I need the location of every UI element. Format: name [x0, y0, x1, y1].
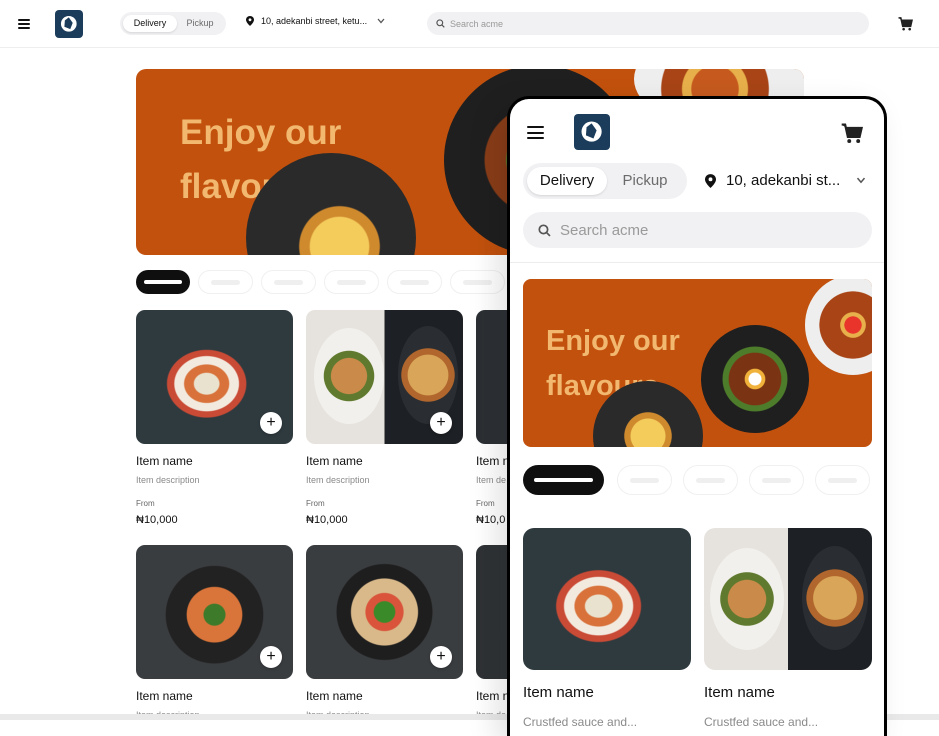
logo-icon[interactable] [55, 10, 83, 38]
noodle-plates-image [704, 528, 872, 670]
address-selector[interactable]: 10, adekanbi street, ketu... [246, 16, 385, 26]
product-card[interactable]: + Item name Item description [136, 545, 293, 720]
category-chip[interactable] [617, 465, 672, 495]
delivery-option[interactable]: Delivery [123, 15, 177, 32]
delivery-option[interactable]: Delivery [527, 167, 607, 195]
product-description: Item description [136, 475, 200, 485]
mobile-preview-frame: Delivery Pickup 10, adekanbi st... Searc… [507, 96, 887, 736]
hamburger-icon[interactable] [527, 126, 544, 139]
product-description: Item description [306, 475, 370, 485]
category-chip[interactable] [261, 270, 316, 294]
product-name: Item name [523, 684, 594, 701]
category-chip-active[interactable] [523, 465, 604, 495]
search-placeholder: Search acme [560, 221, 649, 239]
category-chip[interactable] [749, 465, 804, 495]
chevron-down-icon [857, 177, 866, 184]
sushi-image [523, 528, 691, 670]
header-divider [510, 262, 884, 263]
address-text: 10, adekanbi st... [726, 172, 841, 189]
cart-icon[interactable] [841, 123, 863, 144]
fulfillment-toggle: Delivery Pickup [523, 163, 687, 199]
cart-icon[interactable] [898, 17, 913, 31]
price-from-label: From [306, 499, 325, 508]
category-chip[interactable] [815, 465, 870, 495]
product-name: Item name [306, 454, 363, 468]
category-chip[interactable] [683, 465, 738, 495]
price-from-label: From [136, 499, 155, 508]
logo-icon[interactable] [574, 114, 610, 150]
product-name: Item name [704, 684, 775, 701]
product-card[interactable]: Item name Crustfed sauce and... [704, 528, 872, 736]
product-name: Item name [306, 689, 363, 703]
price-from-label: From [476, 499, 495, 508]
search-placeholder: Search acme [450, 18, 504, 29]
category-chip[interactable] [324, 270, 379, 294]
hamburger-icon[interactable] [18, 19, 30, 29]
product-card[interactable]: + Item name Item description From ₦10,00… [306, 310, 463, 540]
product-name: Item name [136, 689, 193, 703]
add-to-cart-button[interactable]: + [260, 412, 282, 434]
hero-title-line1: Enjoy our [180, 113, 342, 152]
product-card[interactable]: Item name Crustfed sauce and... [523, 528, 691, 736]
category-chip[interactable] [198, 270, 253, 294]
add-to-cart-button[interactable]: + [430, 646, 452, 668]
product-description: Item de [476, 475, 507, 485]
search-input[interactable]: Search acme [523, 212, 872, 248]
search-input[interactable]: Search acme [427, 12, 869, 35]
product-card[interactable]: + Item name Item description [306, 545, 463, 720]
product-price: ₦10,000 [306, 514, 348, 526]
category-chip-active[interactable] [136, 270, 190, 294]
hero-banner[interactable]: Enjoy our flavours [523, 279, 872, 447]
pickup-option[interactable]: Pickup [607, 167, 683, 195]
product-card[interactable]: + Item name Item description From ₦10,00… [136, 310, 293, 540]
pickup-option[interactable]: Pickup [177, 15, 223, 32]
hero-title-line1: Enjoy our [546, 325, 680, 357]
location-pin-icon [246, 16, 254, 26]
category-chip[interactable] [450, 270, 505, 294]
search-icon [436, 19, 445, 28]
chevron-down-icon [377, 18, 385, 24]
search-icon [538, 223, 551, 237]
product-description: Crustfed sauce and... [523, 715, 638, 729]
add-to-cart-button[interactable]: + [260, 646, 282, 668]
meatball-plate-image [701, 325, 809, 433]
address-text: 10, adekanbi street, ketu... [261, 16, 368, 26]
desktop-header: Delivery Pickup 10, adekanbi street, ket… [0, 0, 939, 48]
product-price: ₦10,000 [136, 514, 178, 526]
add-to-cart-button[interactable]: + [430, 412, 452, 434]
address-selector[interactable]: 10, adekanbi st... [705, 172, 866, 189]
fulfillment-toggle: Delivery Pickup [120, 12, 226, 35]
product-description: Crustfed sauce and... [704, 715, 819, 729]
product-price: ₦10,0 [476, 514, 506, 526]
chicken-plate-image [805, 279, 872, 375]
location-pin-icon [705, 173, 716, 188]
product-name: Item name [136, 454, 193, 468]
category-chip[interactable] [387, 270, 442, 294]
